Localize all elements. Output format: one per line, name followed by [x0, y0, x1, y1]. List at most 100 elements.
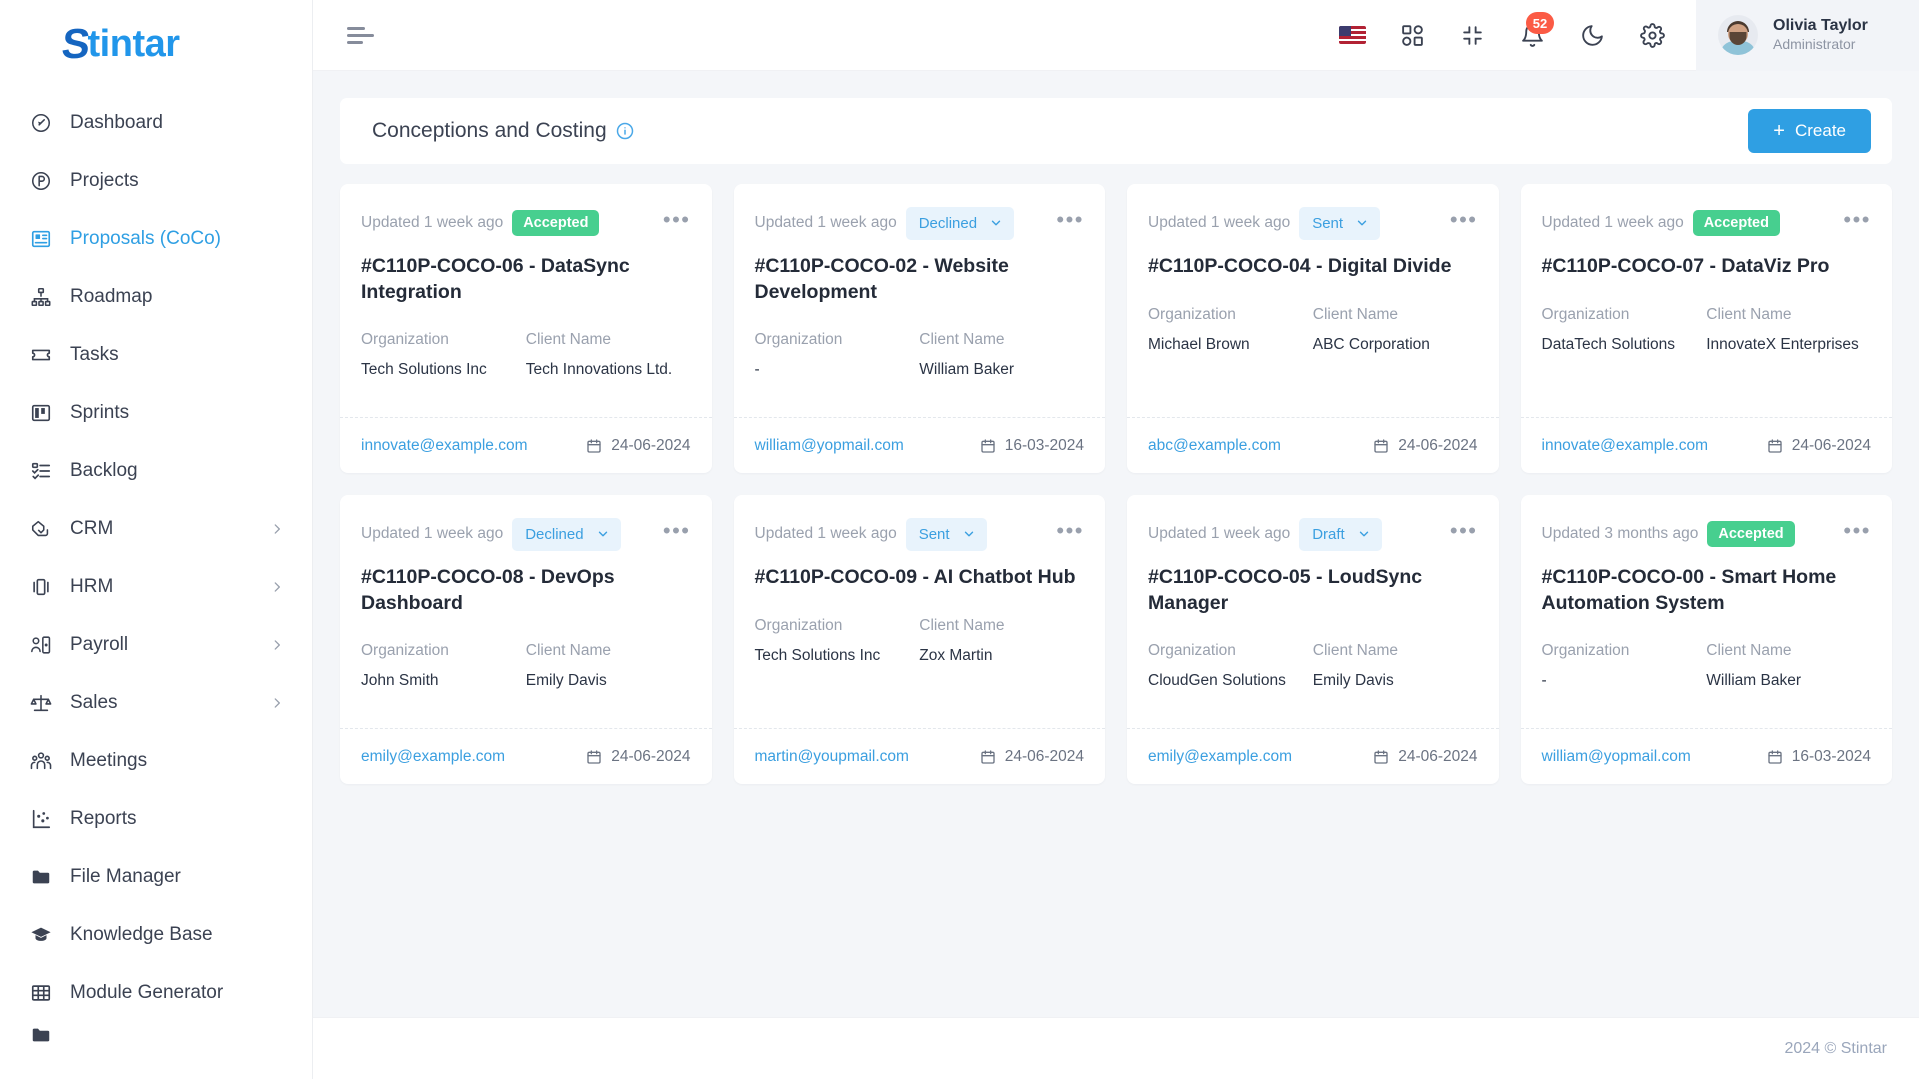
- moon-icon[interactable]: [1569, 12, 1615, 58]
- contact-email-link[interactable]: innovate@example.com: [361, 437, 528, 455]
- topbar-actions: 52 Olivia Taylor Administrator: [1322, 0, 1919, 71]
- sidebar-item-module-generator[interactable]: Module Generator: [0, 964, 312, 1022]
- contact-email-link[interactable]: abc@example.com: [1148, 437, 1281, 455]
- sidebar-item-dashboard[interactable]: Dashboard: [0, 94, 312, 152]
- card-menu-icon[interactable]: •••: [1450, 209, 1478, 232]
- create-button-label: Create: [1794, 121, 1846, 140]
- us-flag-icon[interactable]: [1329, 12, 1375, 58]
- sidebar-item-partial[interactable]: [0, 1022, 312, 1048]
- chevron-right-icon[interactable]: [270, 638, 284, 652]
- contact-email-link[interactable]: martin@youpmail.com: [755, 748, 909, 766]
- sidebar-item-label: Module Generator: [70, 982, 224, 1003]
- status-dropdown[interactable]: Sent: [905, 517, 987, 551]
- sidebar-item-knowledge-base[interactable]: Knowledge Base: [0, 906, 312, 964]
- sidebar-item-tasks[interactable]: Tasks: [0, 326, 312, 384]
- card-menu-icon[interactable]: •••: [1056, 520, 1084, 543]
- card-fields: Organization DataTech Solutions Client Nam…: [1542, 306, 1872, 356]
- sidebar-item-hrm[interactable]: HRM: [0, 558, 312, 616]
- proposal-card[interactable]: Updated 1 week ago Declined ••• #C110P-COCO…: [340, 495, 712, 784]
- status-dropdown-value: Declined: [525, 525, 584, 543]
- hamburger-icon[interactable]: [347, 23, 377, 48]
- due-date-value: 16-03-2024: [1004, 436, 1084, 454]
- proposal-title: #C110P-COCO-05 - LoudSync Manager: [1148, 566, 1423, 614]
- card-header: Updated 1 week ago Accepted •••: [361, 206, 691, 240]
- card-fields: Organization John Smith Client Name Emily D…: [361, 642, 691, 692]
- client-name-value: William Baker: [1706, 672, 1801, 690]
- organization-label: Organization: [361, 331, 449, 349]
- client-name-value: Tech Innovations Ltd.: [525, 361, 673, 379]
- proposal-card[interactable]: Updated 1 week ago Accepted ••• #C110P-COCO…: [1520, 184, 1892, 473]
- sidebar-item-roadmap[interactable]: Roadmap: [0, 268, 312, 326]
- card-header: Updated 1 week ago Declined •••: [755, 206, 1085, 240]
- sidebar-item-projects[interactable]: Projects: [0, 152, 312, 210]
- proposal-card[interactable]: Updated 1 week ago Sent ••• #C110P-COCO-09 …: [733, 495, 1105, 784]
- apps-grid-icon[interactable]: [1389, 12, 1435, 58]
- due-date: 24-06-2024: [1767, 437, 1871, 455]
- card-menu-icon[interactable]: •••: [1843, 520, 1871, 543]
- scales-icon: [28, 690, 54, 716]
- chevron-right-icon[interactable]: [270, 580, 284, 594]
- card-footer: william@yopmail.com 16-03-2024: [1520, 728, 1892, 784]
- sidebar-item-crm[interactable]: CRM: [0, 500, 312, 558]
- status-dropdown-value: Sent: [918, 525, 950, 543]
- brand-logo[interactable]: Stintar: [0, 0, 312, 88]
- proposal-card[interactable]: Updated 1 week ago Declined ••• #C110P-COCO…: [733, 184, 1105, 473]
- sidebar-item-sprints[interactable]: Sprints: [0, 384, 312, 442]
- gauge-icon: [28, 110, 54, 136]
- bell-icon[interactable]: 52: [1509, 12, 1555, 58]
- card-menu-icon[interactable]: •••: [663, 520, 691, 543]
- circle-p-icon: [28, 168, 54, 194]
- sidebar-item-payroll[interactable]: Payroll: [0, 616, 312, 674]
- status-dropdown[interactable]: Sent: [1299, 206, 1381, 240]
- create-button[interactable]: + Create: [1748, 109, 1871, 153]
- contact-email-link[interactable]: emily@example.com: [361, 748, 505, 766]
- gear-icon[interactable]: [1629, 12, 1675, 58]
- sidebar-item-file-manager[interactable]: File Manager: [0, 848, 312, 906]
- contact-email-link[interactable]: william@yopmail.com: [1542, 748, 1691, 766]
- proposal-title: #C110P-COCO-07 - DataViz Pro: [1541, 255, 1830, 277]
- due-date-value: 24-06-2024: [1004, 747, 1084, 765]
- status-dropdown[interactable]: Declined: [905, 206, 1015, 240]
- status-dropdown[interactable]: Draft: [1299, 517, 1382, 551]
- card-footer: abc@example.com 24-06-2024: [1127, 417, 1499, 473]
- due-date-value: 24-06-2024: [1398, 747, 1478, 765]
- status-dropdown[interactable]: Declined: [512, 517, 621, 551]
- sidebar-item-sales[interactable]: Sales: [0, 674, 312, 732]
- collapse-screen-icon[interactable]: [1449, 12, 1495, 58]
- sidebar-item-label: Meetings: [70, 750, 148, 771]
- organization-value: John Smith: [361, 672, 439, 690]
- proposal-title: #C110P-COCO-00 - Smart Home Automation S…: [1541, 566, 1837, 614]
- chevron-right-icon[interactable]: [270, 696, 284, 710]
- contact-email-link[interactable]: william@yopmail.com: [755, 437, 904, 455]
- organization-value: CloudGen Solutions: [1148, 672, 1286, 690]
- calendar-icon: [1768, 749, 1782, 764]
- proposal-card[interactable]: Updated 1 week ago Draft ••• #C110P-COCO-05…: [1127, 495, 1499, 784]
- info-circle-icon[interactable]: [616, 122, 634, 140]
- user-profile-button[interactable]: Olivia Taylor Administrator: [1696, 0, 1919, 71]
- sidebar-item-meetings[interactable]: Meetings: [0, 732, 312, 790]
- sidebar-item-label: Sprints: [70, 402, 130, 423]
- card-fields: Organization CloudGen Solutions Client Nam…: [1148, 642, 1478, 692]
- contact-email-link[interactable]: emily@example.com: [1148, 748, 1292, 766]
- chevron-right-icon[interactable]: [270, 522, 284, 536]
- card-menu-icon[interactable]: •••: [1450, 520, 1478, 543]
- proposal-card[interactable]: Updated 1 week ago Sent ••• #C110P-COCO-04 …: [1127, 184, 1499, 473]
- card-menu-icon[interactable]: •••: [1056, 209, 1084, 232]
- board-icon: [28, 400, 54, 426]
- card-menu-icon[interactable]: •••: [663, 209, 691, 232]
- client-name-field: Client Name InnovateX Enterprises: [1706, 306, 1871, 356]
- sidebar-item-reports[interactable]: Reports: [0, 790, 312, 848]
- proposal-card[interactable]: Updated 1 week ago Accepted ••• #C110P-COCO…: [340, 184, 712, 473]
- due-date-value: 24-06-2024: [1398, 436, 1478, 454]
- card-menu-icon[interactable]: •••: [1843, 209, 1871, 232]
- proposal-icon: [28, 226, 54, 252]
- proposal-card[interactable]: Updated 3 months ago Accepted ••• #C110P-CO…: [1520, 495, 1892, 784]
- client-name-field: Client Name Emily Davis: [1313, 642, 1478, 692]
- card-header: Updated 1 week ago Sent •••: [755, 517, 1085, 551]
- sidebar-item-backlog[interactable]: Backlog: [0, 442, 312, 500]
- sidebar-item-proposals-coco[interactable]: Proposals (CoCo): [0, 210, 312, 268]
- contact-email-link[interactable]: innovate@example.com: [1542, 437, 1709, 455]
- due-date-value: 24-06-2024: [1791, 436, 1871, 454]
- due-date-value: 24-06-2024: [611, 436, 691, 454]
- organization-field: Organization CloudGen Solutions: [1148, 642, 1313, 692]
